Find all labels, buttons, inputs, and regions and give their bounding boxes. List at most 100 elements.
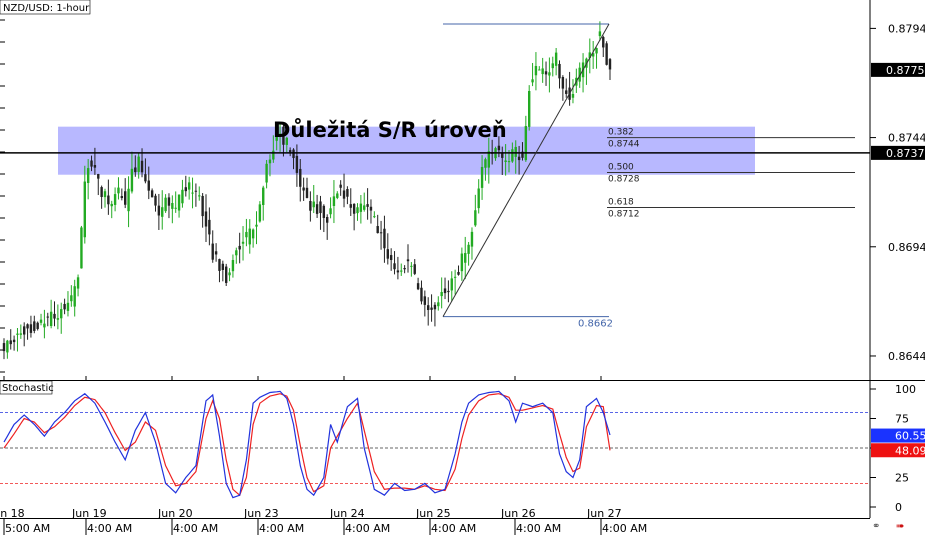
link-icon[interactable]: ⚭: [872, 521, 888, 533]
candle-body: [534, 65, 538, 76]
candle-body: [150, 190, 154, 198]
candle-body: [228, 272, 231, 276]
candle-body: [103, 191, 107, 198]
candle-body: [528, 91, 531, 127]
candle-body: [470, 231, 474, 247]
candle-body: [221, 263, 225, 270]
candle-body: [561, 76, 565, 89]
candle-body: [453, 276, 457, 278]
candle-body: [90, 160, 93, 167]
candle-body: [184, 187, 187, 192]
date-tick-label: Jun 20: [157, 507, 193, 520]
candle-body: [507, 161, 511, 163]
candle-body: [319, 201, 322, 214]
time-tick-label: 4:00 AM: [345, 522, 390, 535]
candle-body: [107, 195, 110, 205]
candle-body: [117, 187, 120, 194]
candle-body: [295, 155, 299, 173]
candle-body: [137, 156, 140, 172]
candle-body: [248, 228, 251, 245]
date-tick-label: Jun 27: [586, 507, 622, 520]
candle-body: [167, 197, 171, 206]
candle-body: [144, 174, 147, 182]
candle-body: [430, 307, 433, 310]
date-tick-label: Jun 25: [415, 507, 451, 520]
candle-body: [433, 304, 437, 310]
candle-body: [602, 37, 605, 48]
price-tick-label: 0.8644: [888, 350, 925, 363]
candle-body: [272, 150, 275, 160]
candle-body: [480, 166, 484, 188]
arrow-icon[interactable]: ➠: [896, 521, 910, 533]
candle-body: [413, 264, 416, 274]
candle-body: [39, 319, 43, 323]
candle-body: [120, 196, 124, 199]
candle-body: [26, 324, 29, 329]
stoch-tick-label: 0: [895, 501, 902, 514]
chart-canvas[interactable]: 0.8794 0.8744 0.8694 0.8644 0.8662 0.382 0.874…: [0, 0, 925, 535]
candle-body: [342, 190, 346, 199]
candle-body: [140, 160, 144, 173]
candle-body: [517, 156, 521, 161]
candle-body: [389, 255, 393, 261]
candle-body: [93, 165, 97, 168]
candle-body: [386, 249, 389, 259]
chart-window: 0.8794 0.8744 0.8694 0.8644 0.8662 0.382 0.874…: [0, 0, 925, 535]
sr-price-tag: 0.8737: [886, 147, 925, 160]
candle-body: [245, 231, 248, 238]
candle-body: [376, 226, 379, 234]
candle-body: [312, 201, 315, 208]
candle-body: [164, 197, 167, 212]
candle-body: [336, 193, 339, 198]
candle-body: [97, 174, 100, 179]
candle-body: [187, 182, 191, 190]
candle-body: [49, 311, 53, 327]
candle-body: [2, 343, 6, 352]
candle-body: [558, 63, 561, 79]
candle-body: [538, 69, 541, 71]
candle-body: [346, 189, 349, 197]
candle-body: [60, 309, 63, 319]
candle-body: [154, 195, 157, 206]
date-tick-label: Jun 19: [71, 507, 107, 520]
candle-body: [288, 150, 292, 153]
candle-body: [608, 59, 612, 70]
fib-price-label: 0.8712: [608, 209, 640, 219]
candle-body: [571, 93, 575, 98]
time-tick-label: 4:00 AM: [431, 522, 476, 535]
candle-body: [33, 321, 36, 331]
candle-body: [204, 211, 208, 227]
candle-body: [400, 270, 403, 272]
candle-body: [130, 168, 134, 192]
candle-body: [191, 192, 194, 194]
candle-body: [427, 305, 430, 311]
candle-body: [339, 184, 342, 188]
candle-body: [147, 180, 150, 191]
candle-body: [363, 205, 366, 210]
candle-body: [420, 287, 423, 302]
candle-body: [477, 188, 480, 209]
time-tick-label: 4:00 AM: [259, 522, 304, 535]
candle-body: [194, 190, 198, 192]
candle-body: [396, 270, 400, 273]
candle-body: [598, 31, 602, 37]
date-tick-label: Jun 26: [500, 507, 536, 520]
stoch-d-tag: 48.09: [895, 444, 925, 457]
candle-body: [487, 151, 490, 168]
candle-body: [66, 302, 70, 311]
candle-body: [315, 204, 319, 214]
candle-body: [16, 333, 19, 335]
candle-body: [157, 205, 161, 216]
candle-body: [198, 195, 201, 197]
candle-body: [36, 322, 39, 329]
candle-body: [73, 286, 76, 307]
candle-body: [440, 291, 443, 297]
candle-body: [548, 72, 551, 76]
candle-body: [551, 63, 554, 69]
candle-body: [595, 48, 598, 54]
date-tick-label: Jun 18: [0, 507, 25, 520]
candle-body: [177, 194, 181, 211]
candle-body: [110, 203, 113, 207]
indicator-title: Stochastic: [2, 383, 54, 394]
fib-ratio-label: 0.382: [608, 128, 634, 138]
